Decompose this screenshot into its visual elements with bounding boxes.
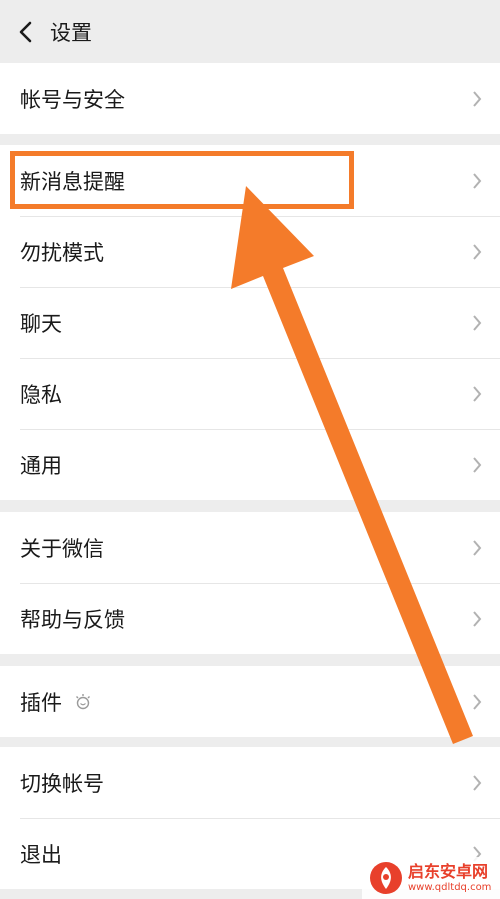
- settings-item-label: 退出: [20, 842, 62, 867]
- watermark-logo-icon: [370, 862, 402, 894]
- chevron-left-icon: [19, 21, 32, 42]
- back-button[interactable]: [4, 0, 48, 63]
- settings-item-label: 勿扰模式: [20, 240, 104, 265]
- settings-item-about-wechat[interactable]: 关于微信: [0, 512, 500, 583]
- settings-item-label: 帮助与反馈: [20, 607, 125, 632]
- settings-item-label: 新消息提醒: [20, 169, 125, 194]
- settings-group-main: 新消息提醒 勿扰模式 聊天 隐私 通用: [0, 145, 500, 500]
- settings-item-label: 切换帐号: [20, 771, 104, 796]
- chevron-right-icon: [473, 539, 482, 556]
- chevron-right-icon: [473, 610, 482, 627]
- settings-item-help-feedback[interactable]: 帮助与反馈: [0, 583, 500, 654]
- watermark-url: www.qdltdq.com: [408, 881, 492, 893]
- chevron-right-icon: [473, 172, 482, 189]
- settings-item-privacy[interactable]: 隐私: [0, 358, 500, 429]
- settings-item-switch-account[interactable]: 切换帐号: [0, 747, 500, 818]
- chevron-right-icon: [473, 456, 482, 473]
- settings-item-label: 通用: [20, 453, 62, 478]
- nav-bar: 设置: [0, 0, 500, 63]
- settings-item-label: 关于微信: [20, 536, 104, 561]
- settings-group-about: 关于微信 帮助与反馈: [0, 512, 500, 654]
- settings-item-new-message-alerts[interactable]: 新消息提醒: [0, 145, 500, 216]
- settings-item-account-security[interactable]: 帐号与安全: [0, 63, 500, 134]
- settings-item-general[interactable]: 通用: [0, 429, 500, 500]
- settings-item-do-not-disturb[interactable]: 勿扰模式: [0, 216, 500, 287]
- settings-item-chat[interactable]: 聊天: [0, 287, 500, 358]
- settings-item-label: 插件: [20, 690, 62, 715]
- chevron-right-icon: [473, 693, 482, 710]
- chevron-right-icon: [473, 243, 482, 260]
- settings-item-plugins[interactable]: 插件: [0, 666, 500, 737]
- plugin-icon: [74, 693, 92, 711]
- watermark: 启东安卓网 www.qdltdq.com: [362, 857, 500, 899]
- chevron-right-icon: [473, 774, 482, 791]
- chevron-right-icon: [473, 314, 482, 331]
- settings-item-label: 帐号与安全: [20, 87, 125, 112]
- page-title: 设置: [50, 20, 92, 45]
- settings-item-label: 聊天: [20, 311, 62, 336]
- chevron-right-icon: [473, 90, 482, 107]
- settings-group-account: 帐号与安全: [0, 63, 500, 134]
- settings-group-plugins: 插件: [0, 666, 500, 737]
- settings-item-label: 隐私: [20, 382, 62, 407]
- watermark-name: 启东安卓网: [408, 861, 489, 881]
- chevron-right-icon: [473, 385, 482, 402]
